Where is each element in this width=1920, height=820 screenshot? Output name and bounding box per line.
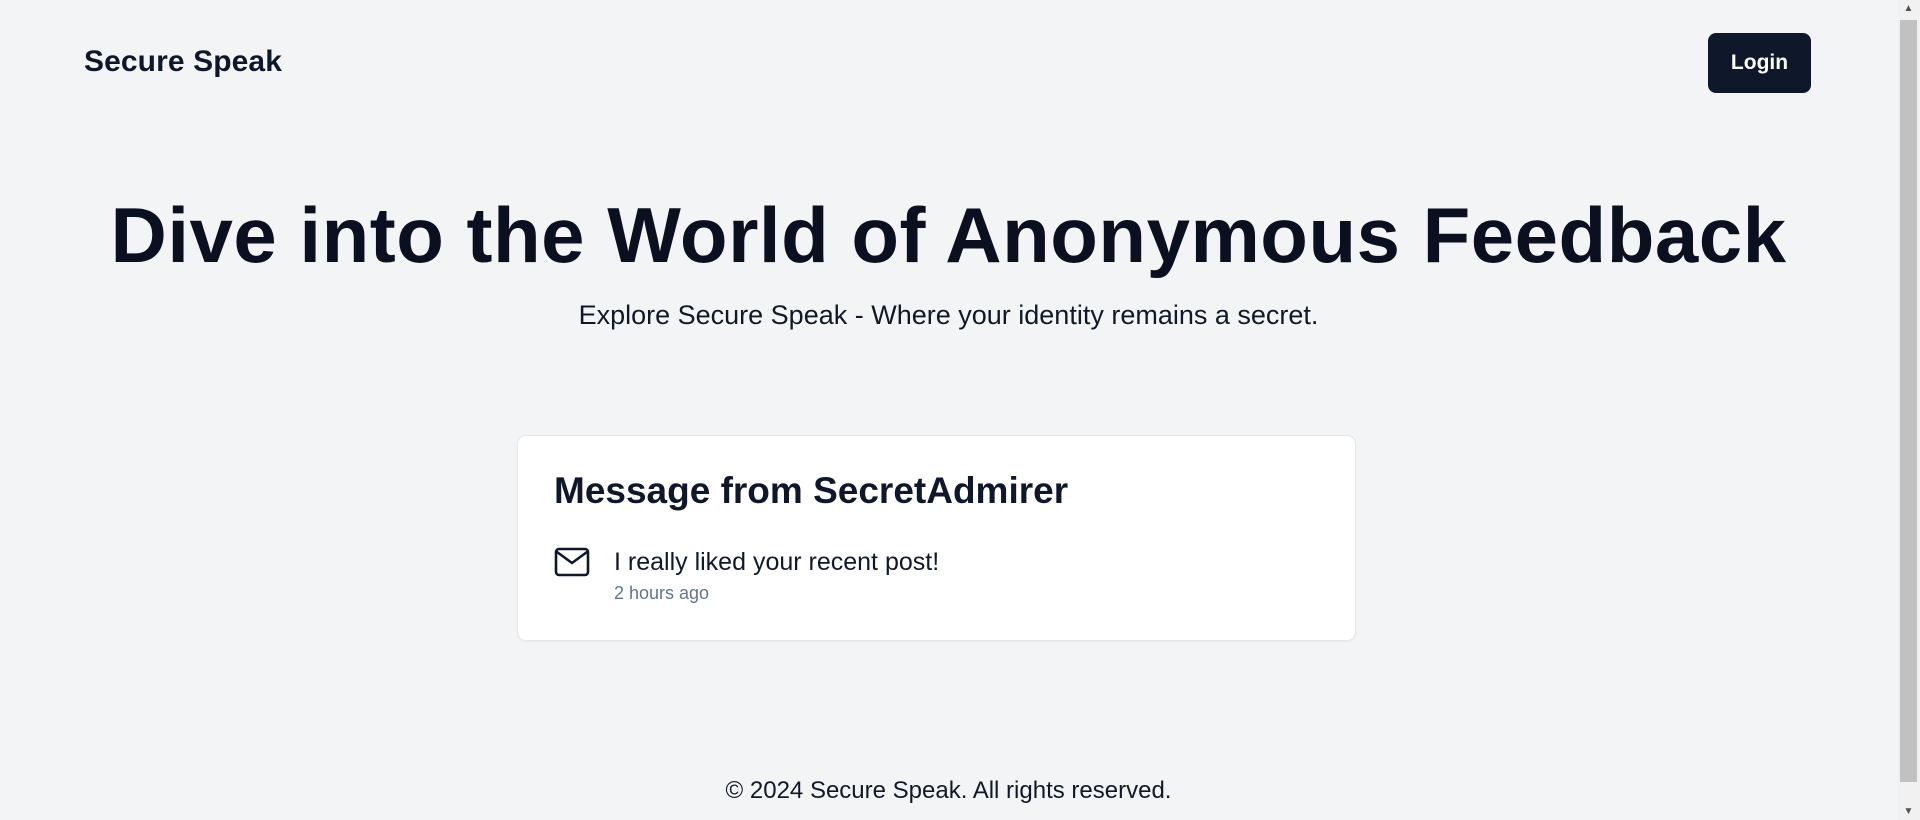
message-card-title: Message from SecretAdmirer bbox=[554, 470, 1069, 511]
login-button[interactable]: Login bbox=[1708, 33, 1811, 93]
hero-subtitle: Explore Secure Speak - Where your identi… bbox=[578, 300, 1319, 330]
page: Secure Speak Login Dive into the World o… bbox=[0, 0, 1897, 820]
footer-copyright: © 2024 Secure Speak. All rights reserved… bbox=[725, 777, 1172, 804]
vertical-scrollbar[interactable]: ▲ ▼ bbox=[1897, 0, 1920, 820]
top-nav: Secure Speak Login bbox=[0, 0, 1897, 126]
scroll-up-arrow-icon[interactable]: ▲ bbox=[1897, 0, 1920, 17]
message-card: Message from SecretAdmirer I really like… bbox=[517, 435, 1356, 641]
scroll-down-arrow-icon[interactable]: ▼ bbox=[1897, 803, 1920, 820]
brand-logo-text[interactable]: Secure Speak bbox=[84, 45, 282, 79]
message-text: I really liked your recent post! bbox=[614, 548, 940, 576]
message-timestamp: 2 hours ago bbox=[614, 583, 710, 603]
scrollbar-thumb[interactable] bbox=[1900, 20, 1917, 782]
hero-title: Dive into the World of Anonymous Feedbac… bbox=[110, 191, 1787, 279]
mail-icon bbox=[554, 547, 590, 577]
